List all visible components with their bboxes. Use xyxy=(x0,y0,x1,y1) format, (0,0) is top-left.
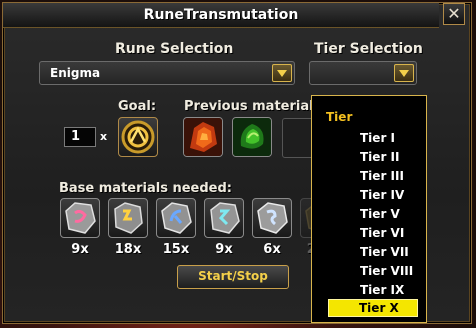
tier-option-6[interactable]: Tier VI xyxy=(312,224,426,242)
silver-rune-stone-icon xyxy=(257,202,288,234)
tier-option-10-selected[interactable]: Tier X xyxy=(328,299,418,317)
goal-quantity-input[interactable]: 1 xyxy=(64,127,96,147)
rune-selection-value: Enigma xyxy=(50,66,101,80)
base-material-slot-4[interactable] xyxy=(204,198,244,238)
window-title: RuneTransmutation xyxy=(143,7,299,23)
base-material-slot-3[interactable] xyxy=(156,198,196,238)
tier-option-8[interactable]: Tier VIII xyxy=(312,262,426,280)
rune-selection-dropdown[interactable]: Enigma xyxy=(39,61,295,85)
chevron-down-icon xyxy=(399,70,409,77)
chevron-down-icon xyxy=(277,70,287,77)
tier-selection-dropdown[interactable] xyxy=(309,61,417,85)
base-material-count-4: 9x xyxy=(215,242,233,257)
base-material-slot-2[interactable] xyxy=(108,198,148,238)
cyan-rune-stone-icon xyxy=(210,202,240,234)
tier-option-9[interactable]: Tier IX xyxy=(312,281,426,299)
title-bar[interactable]: RuneTransmutation xyxy=(3,3,439,28)
gold-rune-stone-icon xyxy=(114,202,143,234)
tier-option-5[interactable]: Tier V xyxy=(312,205,426,223)
nature-rune-icon xyxy=(233,118,271,156)
rune-selection-label: Rune Selection xyxy=(115,41,234,57)
base-material-count-3: 15x xyxy=(162,242,190,257)
tier-option-1[interactable]: Tier I xyxy=(312,129,426,147)
blue-rune-stone-icon xyxy=(161,202,192,234)
start-stop-button[interactable]: Start/Stop xyxy=(177,265,289,289)
tier-option-3[interactable]: Tier III xyxy=(312,167,426,185)
goal-label: Goal: xyxy=(118,99,157,114)
base-material-count-5: 6x xyxy=(263,242,281,257)
tier-option-2[interactable]: Tier II xyxy=(312,148,426,166)
tier-dropdown-menu: Tier Tier I Tier II Tier III Tier IV Tie… xyxy=(311,95,427,323)
goal-rune-slot[interactable] xyxy=(118,117,158,157)
previous-material-slot-2[interactable] xyxy=(232,117,272,157)
base-material-count-2: 18x xyxy=(114,242,142,257)
base-material-count-1: 9x xyxy=(71,242,89,257)
base-materials-label: Base materials needed: xyxy=(59,181,232,196)
fire-rune-icon xyxy=(184,118,222,156)
base-material-slot-5[interactable] xyxy=(252,198,292,238)
tier-selection-label: Tier Selection xyxy=(314,41,423,57)
tier-dropdown-button[interactable] xyxy=(394,64,414,82)
tier-menu-header: Tier xyxy=(326,110,353,124)
close-icon: ✕ xyxy=(447,4,461,23)
tier-option-4[interactable]: Tier IV xyxy=(312,186,426,204)
base-material-slot-1[interactable] xyxy=(60,198,100,238)
close-button[interactable]: ✕ xyxy=(443,3,465,25)
previous-materials-label: Previous materials xyxy=(184,99,322,114)
pink-rune-stone-icon xyxy=(65,202,96,234)
previous-material-slot-1[interactable] xyxy=(183,117,223,157)
rune-glyph-icon xyxy=(121,120,155,154)
goal-multiplier: x xyxy=(100,130,108,143)
tier-option-7[interactable]: Tier VII xyxy=(312,243,426,261)
rune-dropdown-button[interactable] xyxy=(272,64,292,82)
